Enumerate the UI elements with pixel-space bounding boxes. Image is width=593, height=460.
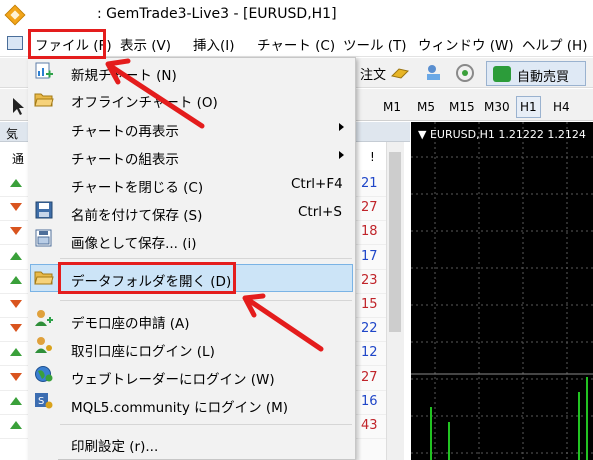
app-window: : GemTrade3-Live3 - [EURUSD,H1] ファイル (F)…: [0, 0, 593, 460]
annotation-arrow-top: [105, 58, 205, 129]
annotation-arrows: [105, 58, 324, 352]
annotation-arrow-bottom: [242, 293, 324, 352]
